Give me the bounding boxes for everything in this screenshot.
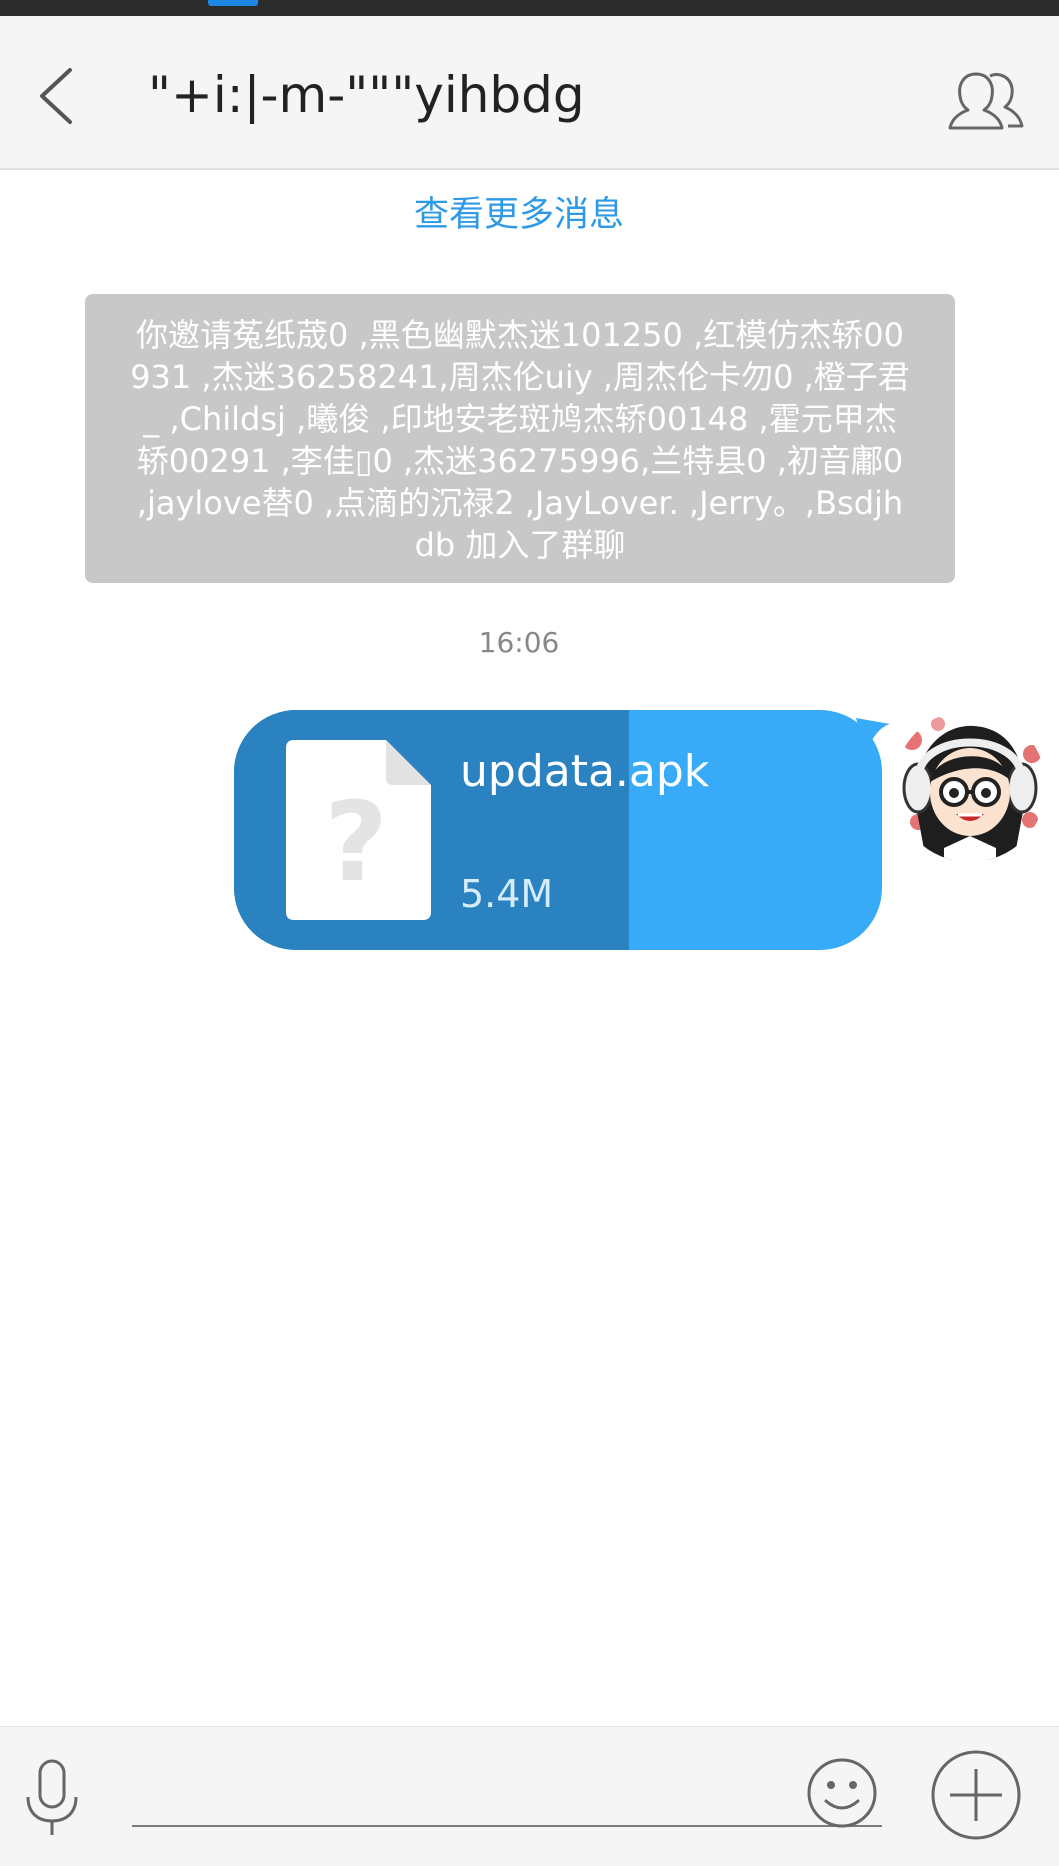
message-timestamp: 16:06: [478, 626, 560, 659]
chat-header: "+i:|-m-"""yihbdg: [0, 16, 1059, 170]
voice-input-button[interactable]: [22, 1757, 82, 1839]
microphone-icon: [26, 1759, 78, 1835]
emoji-button[interactable]: [806, 1757, 878, 1829]
message-input-bar: [0, 1726, 1059, 1866]
load-more-messages-link[interactable]: 查看更多消息: [0, 186, 1038, 237]
group-members-icon: [948, 72, 1024, 130]
smiley-icon: [807, 1758, 877, 1828]
file-name: updata.apk: [460, 746, 710, 797]
more-actions-button[interactable]: [930, 1749, 1022, 1841]
group-members-button[interactable]: [946, 66, 1026, 136]
chat-title: "+i:|-m-"""yihbdg: [148, 66, 585, 124]
status-indicator: [208, 0, 258, 6]
avatar[interactable]: [894, 710, 1046, 862]
bubble-tail: [856, 718, 890, 752]
status-bar: [0, 0, 1059, 16]
svg-text:?: ?: [324, 778, 388, 906]
message-input[interactable]: [132, 1761, 882, 1827]
avatar-image: [894, 710, 1046, 862]
chevron-left-icon: [40, 68, 72, 124]
plus-circle-icon: [931, 1750, 1021, 1840]
file-size: 5.4M: [460, 872, 554, 916]
group-join-notice: 你邀请菟纸荿0 ,黑色幽默杰迷101250 ,红模仿杰轿00931 ,杰迷362…: [85, 294, 955, 583]
unknown-file-icon: ?: [286, 740, 431, 920]
file-message-bubble[interactable]: ? updata.apk 5.4M: [234, 710, 882, 950]
back-button[interactable]: [30, 60, 90, 132]
